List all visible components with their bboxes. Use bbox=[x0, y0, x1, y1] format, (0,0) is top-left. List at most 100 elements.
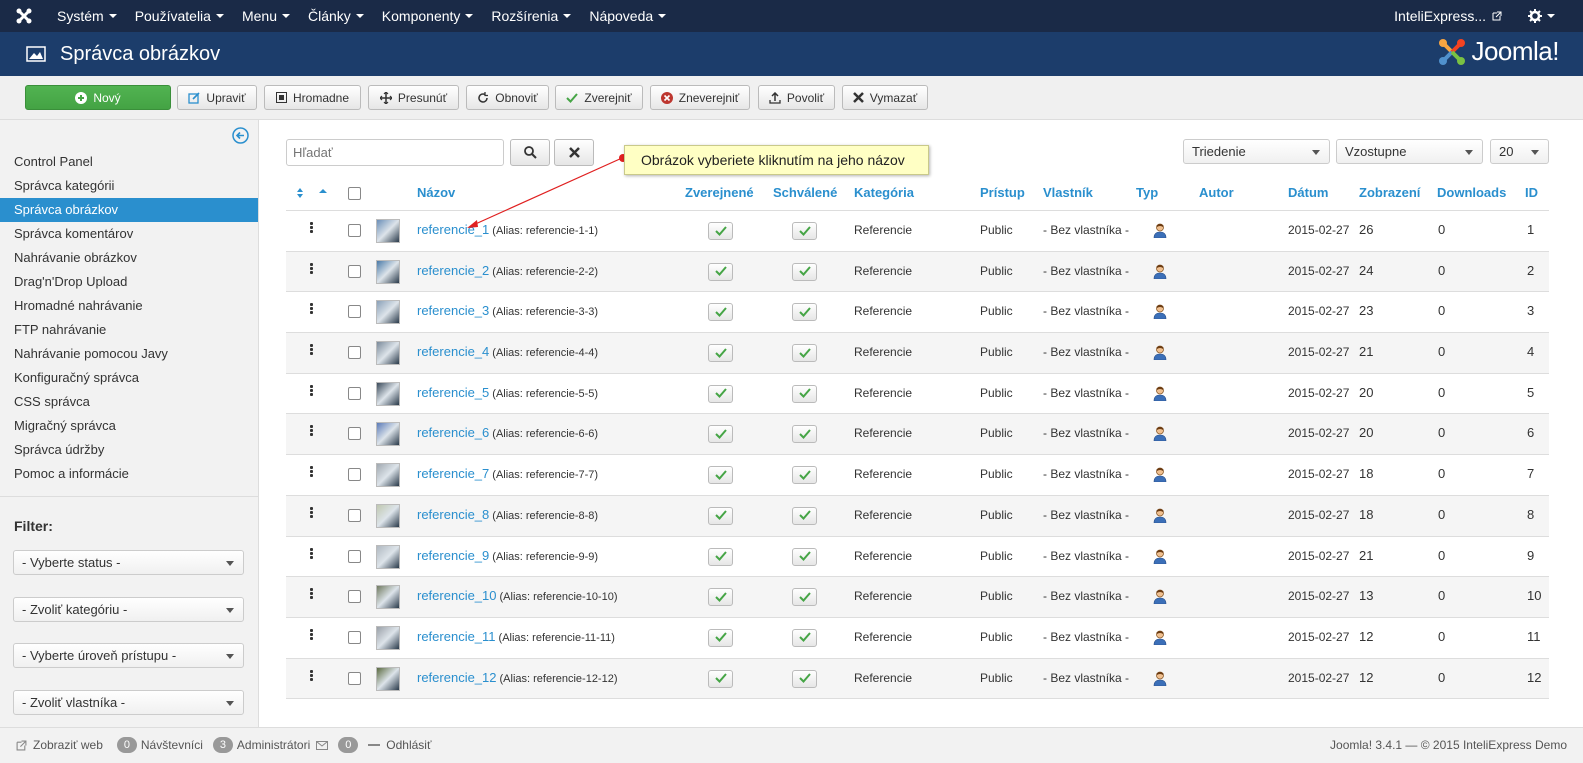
row-checkbox[interactable] bbox=[348, 305, 361, 319]
move-button[interactable]: Presunúť bbox=[368, 85, 459, 110]
row-checkbox[interactable] bbox=[348, 630, 361, 644]
nav-menu-item[interactable]: Menu bbox=[233, 0, 299, 32]
col-author[interactable]: Autor bbox=[1199, 185, 1234, 200]
image-title-link[interactable]: referencie_1 (Alias: referencie-1-1) bbox=[417, 222, 598, 237]
drag-handle-icon[interactable] bbox=[310, 506, 313, 519]
col-date[interactable]: Dátum bbox=[1288, 185, 1328, 200]
image-title[interactable]: referencie_8 bbox=[417, 507, 489, 522]
approved-toggle[interactable] bbox=[792, 303, 817, 322]
sort-up-icon[interactable] bbox=[319, 188, 327, 194]
filter-owner-select[interactable]: - Zvoliť vlastníka - bbox=[13, 690, 244, 715]
logout-link[interactable]: Odhlásiť bbox=[386, 738, 431, 752]
image-thumbnail[interactable] bbox=[376, 259, 400, 284]
sidebar-item[interactable]: Drag'n'Drop Upload bbox=[0, 270, 258, 294]
settings-menu[interactable] bbox=[1522, 9, 1583, 23]
approved-toggle[interactable] bbox=[792, 222, 817, 240]
approved-toggle[interactable] bbox=[792, 588, 817, 607]
image-thumbnail[interactable] bbox=[376, 341, 400, 366]
filter-access-select[interactable]: - Vyberte úroveň prístupu - bbox=[13, 643, 244, 668]
sort-order-select[interactable]: Triedenie bbox=[1183, 139, 1330, 164]
image-thumbnail[interactable] bbox=[376, 300, 400, 325]
approved-toggle[interactable] bbox=[792, 547, 817, 566]
sidebar-item[interactable]: FTP nahrávanie bbox=[0, 318, 258, 342]
nav-menu-item[interactable]: Články bbox=[299, 0, 373, 32]
col-owner[interactable]: Vlastník bbox=[1043, 185, 1093, 200]
site-link[interactable]: InteliExpress... bbox=[1384, 8, 1522, 24]
delete-button[interactable]: Vymazať bbox=[842, 85, 928, 110]
sidebar-item[interactable]: Konfiguračný správca bbox=[0, 366, 258, 390]
image-title-link[interactable]: referencie_2 (Alias: referencie-2-2) bbox=[417, 263, 598, 278]
image-title-link[interactable]: referencie_12 (Alias: referencie-12-12) bbox=[417, 670, 618, 685]
published-toggle[interactable] bbox=[708, 303, 733, 322]
image-title-link[interactable]: referencie_9 (Alias: referencie-9-9) bbox=[417, 548, 598, 563]
drag-handle-icon[interactable] bbox=[310, 669, 313, 682]
drag-handle-icon[interactable] bbox=[310, 425, 313, 437]
sidebar-item[interactable]: Control Panel bbox=[0, 150, 258, 174]
new-button[interactable]: Nový bbox=[25, 85, 171, 110]
row-checkbox[interactable] bbox=[348, 508, 361, 522]
published-toggle[interactable] bbox=[708, 588, 733, 607]
sort-direction-select[interactable]: Vzostupne bbox=[1336, 139, 1483, 164]
published-toggle[interactable] bbox=[708, 425, 733, 444]
col-published[interactable]: Zverejnené bbox=[685, 185, 754, 200]
drag-handle-icon[interactable] bbox=[310, 222, 313, 234]
image-thumbnail[interactable] bbox=[376, 544, 400, 569]
search-button[interactable] bbox=[510, 139, 550, 166]
image-title[interactable]: referencie_5 bbox=[417, 385, 489, 400]
row-checkbox[interactable] bbox=[348, 386, 361, 400]
published-toggle[interactable] bbox=[708, 628, 733, 647]
image-title[interactable]: referencie_11 bbox=[417, 629, 496, 644]
drag-handle-icon[interactable] bbox=[310, 344, 313, 356]
image-thumbnail[interactable] bbox=[376, 219, 400, 243]
nav-menu-item[interactable]: Systém bbox=[48, 0, 126, 32]
sidebar-item[interactable]: Správca komentárov bbox=[0, 222, 258, 246]
sort-both-icon[interactable] bbox=[296, 187, 304, 199]
image-title[interactable]: referencie_12 bbox=[417, 670, 497, 685]
sidebar-item[interactable]: Pomoc a informácie bbox=[0, 462, 258, 486]
image-title[interactable]: referencie_4 bbox=[417, 344, 489, 359]
image-title-link[interactable]: referencie_6 (Alias: referencie-6-6) bbox=[417, 425, 598, 440]
publish-button[interactable]: Zverejniť bbox=[555, 85, 643, 110]
sidebar-item[interactable]: Migračný správca bbox=[0, 414, 258, 438]
filter-status-select[interactable]: - Vyberte status - bbox=[13, 550, 244, 575]
drag-handle-icon[interactable] bbox=[310, 262, 313, 275]
col-title[interactable]: Názov bbox=[417, 185, 455, 200]
drag-handle-icon[interactable] bbox=[310, 466, 313, 478]
batch-button[interactable]: Hromadne bbox=[264, 85, 361, 110]
joomla-logo-icon[interactable] bbox=[0, 0, 48, 32]
drag-handle-icon[interactable] bbox=[310, 588, 313, 600]
row-checkbox[interactable] bbox=[348, 427, 361, 441]
published-toggle[interactable] bbox=[708, 547, 733, 566]
col-category[interactable]: Kategória bbox=[854, 185, 914, 200]
image-thumbnail[interactable] bbox=[376, 625, 400, 650]
drag-handle-icon[interactable] bbox=[310, 384, 313, 397]
col-type[interactable]: Typ bbox=[1136, 185, 1158, 200]
image-title-link[interactable]: referencie_8 (Alias: referencie-8-8) bbox=[417, 507, 598, 522]
published-toggle[interactable] bbox=[708, 262, 733, 281]
published-toggle[interactable] bbox=[708, 466, 733, 485]
image-title-link[interactable]: referencie_3 (Alias: referencie-3-3) bbox=[417, 303, 598, 318]
row-checkbox[interactable] bbox=[348, 549, 361, 563]
nav-menu-item[interactable]: Rozšírenia bbox=[482, 0, 580, 32]
image-title[interactable]: referencie_2 bbox=[417, 263, 489, 278]
image-thumbnail[interactable] bbox=[376, 666, 400, 691]
approved-toggle[interactable] bbox=[792, 344, 817, 363]
approved-toggle[interactable] bbox=[792, 466, 817, 485]
published-toggle[interactable] bbox=[708, 384, 733, 403]
row-checkbox[interactable] bbox=[348, 671, 361, 685]
envelope-icon[interactable] bbox=[316, 740, 329, 750]
image-thumbnail[interactable] bbox=[376, 422, 400, 447]
image-title-link[interactable]: referencie_7 (Alias: referencie-7-7) bbox=[417, 466, 598, 481]
published-toggle[interactable] bbox=[708, 506, 733, 525]
unpublish-button[interactable]: Zneverejniť bbox=[650, 85, 750, 110]
image-title-link[interactable]: referencie_10 (Alias: referencie-10-10) bbox=[417, 588, 618, 603]
drag-handle-icon[interactable] bbox=[310, 628, 313, 641]
sidebar-item[interactable]: Správca kategórii bbox=[0, 174, 258, 198]
image-thumbnail[interactable] bbox=[376, 585, 400, 610]
nav-menu-item[interactable]: Používatelia bbox=[126, 0, 233, 32]
row-checkbox[interactable] bbox=[348, 590, 361, 604]
clear-search-button[interactable] bbox=[554, 139, 594, 166]
col-id[interactable]: ID bbox=[1525, 185, 1538, 200]
row-checkbox[interactable] bbox=[348, 224, 361, 237]
approved-toggle[interactable] bbox=[792, 425, 817, 444]
